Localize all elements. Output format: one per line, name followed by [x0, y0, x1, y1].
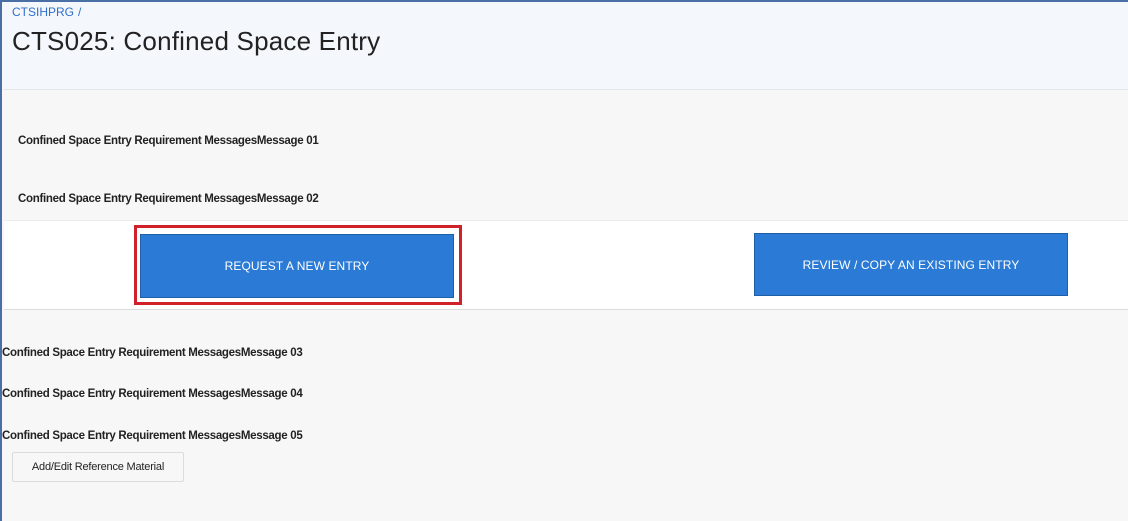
requirement-message-02: Confined Space Entry Requirement Message…: [18, 193, 319, 205]
app-frame: CTSIHPRG / CTS025: Confined Space Entry C…: [0, 0, 1128, 521]
requirement-message-01: Confined Space Entry Requirement Message…: [18, 135, 319, 147]
request-new-entry-button[interactable]: REQUEST A NEW ENTRY: [140, 234, 454, 298]
page-title: CTS025: Confined Space Entry: [12, 26, 381, 56]
requirement-message-05: Confined Space Entry Requirement Message…: [2, 430, 303, 442]
breadcrumb-separator: /: [78, 5, 82, 19]
requirement-message-03: Confined Space Entry Requirement Message…: [2, 347, 303, 359]
breadcrumb-link-ctsihprg[interactable]: CTSIHPRG: [12, 5, 74, 19]
page-header: CTSIHPRG / CTS025: Confined Space Entry: [4, 2, 1128, 90]
add-edit-reference-material-button[interactable]: Add/Edit Reference Material: [12, 452, 184, 482]
requirement-message-04: Confined Space Entry Requirement Message…: [2, 388, 303, 400]
review-copy-existing-entry-button[interactable]: REVIEW / COPY AN EXISTING ENTRY: [754, 233, 1068, 296]
breadcrumb: CTSIHPRG /: [12, 5, 81, 19]
